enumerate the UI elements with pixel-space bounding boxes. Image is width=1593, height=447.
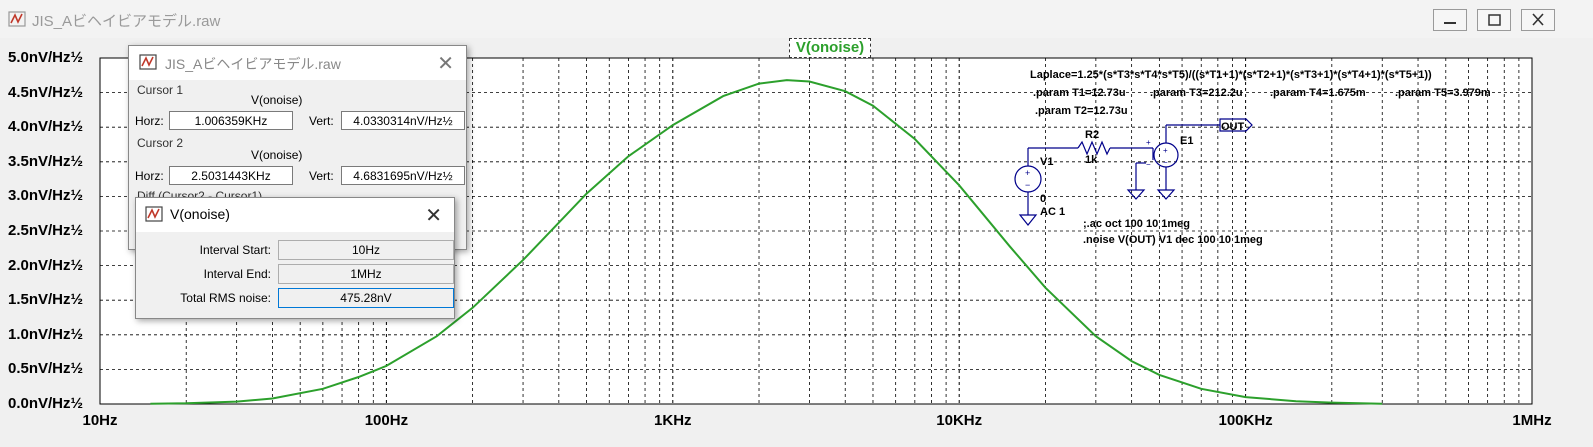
- ground-icon: [1156, 189, 1176, 200]
- cursor1-horz-label: Horz:: [135, 114, 164, 128]
- plot-title-trace[interactable]: V(onoise): [789, 38, 871, 58]
- y-tick-label: 0.0nV/Hz½: [8, 395, 84, 412]
- close-icon[interactable]: ✕: [425, 203, 442, 228]
- y-tick-label: 2.0nV/Hz½: [8, 256, 84, 274]
- y-tick-label: 3.5nV/Hz½: [8, 152, 84, 170]
- cursor1-vert-field[interactable]: 4.0330314nV/Hz½: [341, 111, 465, 130]
- cursor2-vert-label: Vert:: [309, 169, 334, 183]
- x-tick-label: 100Hz: [364, 412, 409, 429]
- param-t5: .param T5=3.979m: [1395, 87, 1491, 99]
- cursor2-trace: V(onoise): [251, 148, 303, 162]
- cursor-dialog-title: JIS_Aビヘイビアモデル.raw: [165, 56, 341, 72]
- svg-text:−: −: [1163, 158, 1168, 167]
- param-t4: .param T4=1.675m: [1270, 87, 1366, 99]
- svg-text:−: −: [1146, 160, 1151, 169]
- cursor2-vert-field[interactable]: 4.6831695nV/Hz½: [341, 166, 465, 185]
- interval-end-label: Interval End:: [203, 267, 271, 281]
- svg-text:−: −: [1025, 180, 1030, 190]
- ltspice-app-icon: [145, 206, 163, 222]
- out-port-icon: [1219, 118, 1253, 132]
- y-tick-label: 5.0nV/Hz½: [8, 49, 84, 66]
- cursor1-vert-label: Vert:: [309, 114, 334, 128]
- y-tick-label: 4.0nV/Hz½: [8, 118, 84, 136]
- cursor2-horz-field[interactable]: 2.5031443KHz: [169, 166, 293, 185]
- y-tick-label: 3.0nV/Hz½: [8, 187, 84, 205]
- close-icon[interactable]: ✕: [437, 51, 454, 76]
- noise-dialog-header[interactable]: V(onoise) ✕: [136, 198, 454, 232]
- interval-start-field[interactable]: 10Hz: [278, 240, 454, 260]
- noise-dialog-title: V(onoise): [170, 206, 230, 222]
- interval-start-label: Interval Start:: [199, 243, 271, 257]
- param-t1: .param T1=12.73u: [1033, 87, 1126, 99]
- x-tick-label: 100KHz: [1218, 412, 1273, 429]
- y-tick-label: 1.5nV/Hz½: [8, 291, 84, 309]
- total-rms-label: Total RMS noise:: [180, 291, 271, 305]
- noise-dialog[interactable]: V(onoise) ✕ Interval Start: 10Hz Interva…: [135, 197, 455, 319]
- y-tick-label: 1.0nV/Hz½: [8, 325, 84, 343]
- svg-text:+: +: [1146, 138, 1151, 147]
- svg-text:+: +: [1163, 146, 1168, 155]
- resistor-symbol: [1077, 140, 1111, 156]
- x-tick-label: 1MHz: [1512, 412, 1552, 429]
- y-tick-label: 2.5nV/Hz½: [8, 222, 84, 239]
- schematic-drawing: + − + − + −: [1014, 118, 1253, 226]
- cursor-dialog-header[interactable]: JIS_Aビヘイビアモデル.raw ✕: [129, 46, 466, 80]
- x-tick-label: 10KHz: [936, 412, 983, 429]
- cursor1-horz-field[interactable]: 1.006359KHz: [169, 111, 293, 130]
- cursor2-group-label: Cursor 2: [137, 136, 184, 150]
- interval-end-field[interactable]: 1MHz: [278, 264, 454, 284]
- cursor1-trace: V(onoise): [251, 93, 303, 107]
- ground-icon: [1126, 189, 1146, 200]
- cursor1-group-label: Cursor 1: [137, 83, 184, 97]
- cursor2-horz-label: Horz:: [135, 169, 164, 183]
- y-tick-label: 4.5nV/Hz½: [8, 83, 84, 101]
- laplace-expression: Laplace=1.25*(s*T3*s*T4*s*T5)/((s*T1+1)*…: [1030, 69, 1432, 81]
- noise-directive: .noise V(OUT) V1 dec 100 10 1meg: [1083, 234, 1263, 246]
- svg-text:+: +: [1025, 168, 1030, 178]
- param-t3: .param T3=212.2u: [1150, 87, 1243, 99]
- ground-icon: [1018, 214, 1038, 226]
- x-tick-label: 1KHz: [654, 412, 692, 429]
- ltspice-app-icon: [139, 54, 157, 70]
- total-rms-field[interactable]: 475.28nV: [278, 288, 454, 308]
- x-tick-label: 10Hz: [82, 412, 118, 429]
- y-tick-label: 0.5nV/Hz½: [8, 360, 84, 378]
